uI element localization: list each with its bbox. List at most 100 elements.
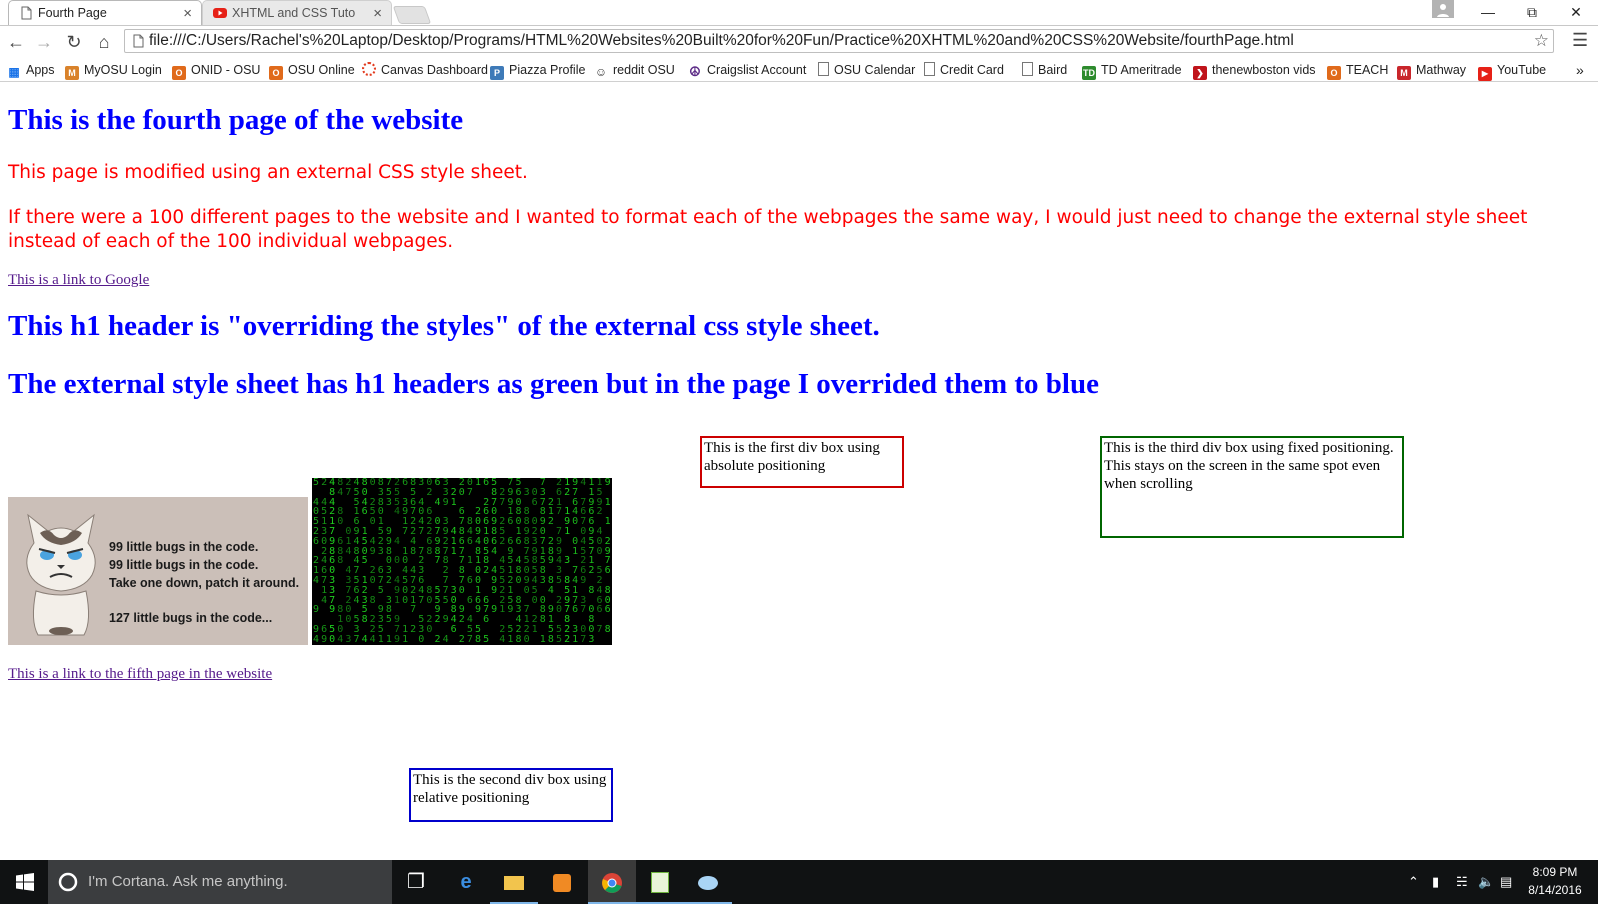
matrix-column: 0 2 5 0 4 9 2 0 8 2 2 4 [369, 478, 376, 645]
matrix-column: 0 6 0 2 3 9 8 5 4 5 0 2 1 [531, 486, 538, 635]
back-icon[interactable]: ← [4, 30, 28, 54]
bookmark-reddit[interactable]: ☺ reddit OSU [594, 59, 675, 81]
bookmark-label: TD Ameritrade [1101, 63, 1182, 77]
notepad-plus-icon[interactable] [636, 860, 684, 904]
matrix-column: 7 5 3 9 9 8 0 3 2 3 8 5 1 [385, 478, 392, 645]
bookmark-baird[interactable]: Baird [1022, 59, 1067, 81]
new-tab-button[interactable] [392, 6, 432, 24]
reload-icon[interactable]: ↻ [62, 30, 86, 54]
matrix-column: 5 6 0 8 0 1 6 4 8 0 8 3 4 2 8 [515, 478, 522, 645]
restore-icon[interactable]: ⧉ [1510, 0, 1554, 25]
bookmark-osu-online[interactable]: O OSU Online [269, 59, 355, 81]
matrix-column: 4 5 5 1 6 9 4 8 4 7 5 6 4 5 3 7 [353, 478, 360, 645]
myosu-icon: M [65, 66, 79, 80]
chrome-icon[interactable] [588, 860, 636, 904]
search-placeholder: I'm Cortana. Ask me anything. [88, 873, 288, 890]
cat-caption-line-2: 99 little bugs in the code. [109, 558, 259, 572]
bookmark-thenewboston[interactable]: ❯ thenewboston vids [1193, 59, 1316, 81]
close-icon[interactable]: × [183, 1, 192, 26]
wifi-icon[interactable]: ☵ [1456, 860, 1468, 904]
matrix-column: 1 5 9 2 4 0 0 5 2 4 6 6 7 [596, 478, 603, 635]
matrix-code-image: 5 4 0 5 2 6 2 1 4 9 9 42 4 5 1 3 0 2 4 6… [312, 478, 612, 645]
volume-icon[interactable]: 🔈 [1478, 860, 1494, 904]
matrix-column: 1 1 9 6 6 9 5 7 1 2 8 0 8 0 3 [588, 478, 595, 645]
bookmark-label: Baird [1038, 63, 1068, 77]
canvas-icon [362, 62, 376, 76]
matrix-column: 8 5 6 7 2 2 4 8 4 7 2 1 7 2 [410, 478, 417, 635]
windows-start-icon[interactable] [16, 873, 34, 891]
matrix-column: 2 6 1 7 7 9 9 4 3 5 2 0 5 5 [555, 478, 563, 645]
bookmark-star-icon[interactable]: ☆ [1534, 30, 1549, 52]
bookmark-mathway[interactable]: M Mathway [1397, 59, 1466, 81]
page-title: This is the fourth page of the website [8, 104, 464, 136]
cat-caption-line-3: Take one down, patch it around. [109, 576, 300, 590]
second-div-box: This is the second div box using relativ… [409, 768, 613, 822]
matrix-column: 2 1 2 2 8 9 8 4 9 1 5 8 [547, 496, 554, 645]
osu-coe-icon: O [1327, 66, 1341, 80]
bookmark-canvas[interactable]: Canvas Dashboard [362, 59, 488, 81]
address-bar[interactable]: file:///C:/Users/Rachel's%20Laptop/Deskt… [124, 29, 1554, 53]
bookmark-craigslist[interactable]: ☮ Craigslist Account [688, 59, 806, 81]
matrix-column: 5 8 7 0 9 8 6 4 4 9 9 9 [491, 478, 498, 616]
close-icon[interactable]: × [373, 1, 382, 25]
bookmark-label: OSU Online [288, 63, 355, 77]
matrix-column: 3 4 0 4 7 7 2 3 6 4 7 5 3 0 [418, 478, 425, 645]
page-icon [1022, 62, 1033, 76]
bookmark-osu-calendar[interactable]: OSU Calendar [818, 59, 915, 81]
edge-icon[interactable]: e [442, 860, 490, 904]
task-view-icon[interactable]: ❐ [392, 860, 440, 904]
bookmark-credit-card[interactable]: Credit Card [924, 59, 1004, 81]
battery-icon[interactable]: ▮ [1432, 860, 1439, 904]
tab-fourth-page[interactable]: Fourth Page × [8, 0, 202, 25]
page-content: This is the fourth page of the website T… [0, 82, 1598, 860]
matrix-column: 7 3 7 8 9 0 7 1 5 8 3 0 8 8 1 [539, 478, 546, 645]
matrix-column: 2 4 5 1 3 0 2 4 6 7 1 4 6 9 [321, 478, 328, 645]
tray-chevron-icon[interactable]: ⌃ [1408, 860, 1419, 904]
bookmark-td-ameritrade[interactable]: TD TD Ameritrade [1082, 59, 1182, 81]
taskbar-clock[interactable]: 8:09 PM 8/14/2016 [1520, 863, 1590, 899]
bookmark-label: Mathway [1416, 63, 1467, 77]
menu-icon[interactable]: ☰ [1572, 30, 1588, 51]
heading-override-1: This h1 header is "overriding the styles… [8, 310, 880, 342]
bookmarks-overflow-icon[interactable]: » [1576, 59, 1584, 81]
action-center-icon[interactable]: ▤ [1500, 860, 1512, 904]
piazza-icon: P [490, 66, 504, 80]
clock-date: 8/14/2016 [1528, 883, 1582, 897]
minimize-icon[interactable]: — [1466, 0, 1510, 25]
heading-override-2: The external style sheet has h1 headers … [8, 368, 1099, 400]
browser-toolbar: ← → ↻ ⌂ file:///C:/Users/Rachel's%20Lapt… [0, 26, 1598, 58]
bookmark-label: thenewboston vids [1212, 63, 1316, 77]
bookmark-apps[interactable]: ▦ Apps [7, 59, 54, 81]
osu-icon: O [269, 66, 283, 80]
bookmark-youtube[interactable]: ▶ YouTube [1478, 59, 1546, 81]
profile-icon[interactable] [1432, 0, 1454, 18]
file-explorer-icon[interactable] [490, 860, 538, 904]
matrix-column: 2 7 0 1 4 4 3 7 2 0 0 3 [345, 478, 352, 645]
tab-title: Fourth Page [38, 6, 107, 20]
matrix-column: 9 7 6 4 0 0 1 7 4 1 7 6 3 1 [572, 478, 579, 645]
media-player-icon[interactable] [538, 860, 586, 904]
td-icon: TD [1082, 66, 1096, 80]
bookmark-onid[interactable]: O ONID - OSU [172, 59, 260, 81]
window-close-icon[interactable]: ✕ [1554, 0, 1598, 25]
fifth-page-link[interactable]: This is a link to the fifth page in the … [8, 666, 272, 683]
forward-icon[interactable]: → [32, 30, 56, 54]
cat-caption-line-4: 127 little bugs in the code... [109, 611, 273, 625]
bookmark-myosu[interactable]: M MyOSU Login [65, 59, 162, 81]
paint-icon[interactable] [684, 860, 732, 904]
google-link[interactable]: This is a link to Google [8, 272, 149, 289]
third-div-box: This is the third div box using fixed po… [1100, 436, 1404, 538]
tab-xhtml-tutorial[interactable]: XHTML and CSS Tutorial - × [202, 0, 392, 25]
thenewboston-icon: ❯ [1193, 66, 1207, 80]
bookmark-teach[interactable]: O TEACH [1327, 59, 1388, 81]
bookmarks-bar: ▦ Apps M MyOSU Login O ONID - OSU O OSU Onli… [0, 59, 1598, 82]
cortana-search-box[interactable]: I'm Cortana. Ask me anything. [48, 860, 392, 904]
bookmark-label: MyOSU Login [84, 63, 162, 77]
matrix-column: 2 1 4 1 1 3 0 8 4 6 [450, 486, 457, 635]
bookmark-piazza[interactable]: P Piazza Profile [490, 59, 585, 81]
matrix-column: 4 8 4 2 1 7 9 8 6 0 3 3 7 9 5 0 [329, 478, 336, 645]
home-icon[interactable]: ⌂ [92, 30, 116, 54]
cat-caption-line-1: 99 little bugs in the code. [109, 540, 259, 554]
matrix-column: 8 4 8 0 6 8 8 8 1 0 4 [337, 478, 344, 645]
bookmark-label: OSU Calendar [834, 63, 916, 77]
